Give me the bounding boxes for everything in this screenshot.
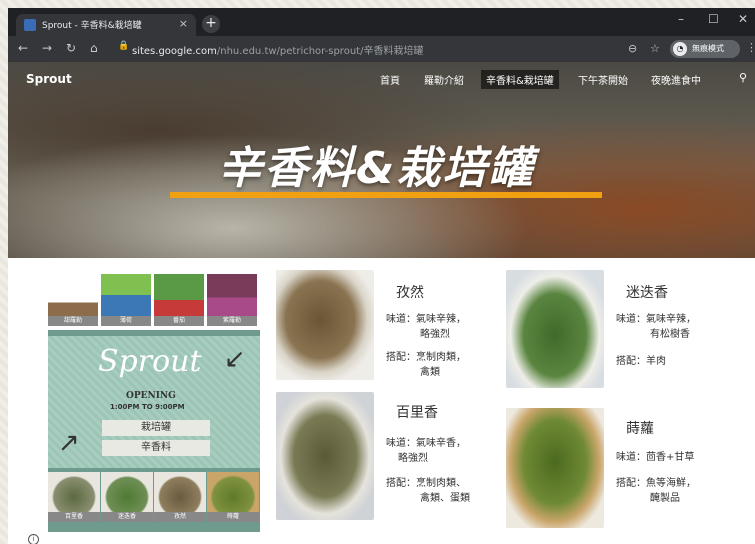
nav-home[interactable]: 首頁 [375,70,405,89]
reload-icon[interactable]: ↻ [66,41,76,55]
thumb-cumin: 孜然 [154,472,206,522]
home-icon[interactable]: ⌂ [90,41,98,55]
search-icon[interactable]: ⚲ [739,71,747,84]
pot-image: 甜羅勒 [48,274,98,326]
page-title: 辛香料&栽培罐 [218,143,535,194]
sprout-logo: Sprout [98,344,202,379]
tab-close-icon[interactable]: × [179,17,188,30]
main-content: 甜羅勒 薄荷 番茄 紫羅勒 Sprout ↙ OPENING 1:00PM TO… [8,258,755,544]
thumb-label: 孜然 [154,512,206,522]
thyme-image [276,392,374,520]
spice-name: 迷迭香 [626,285,668,301]
thumb-rosemary: 迷迭香 [101,472,153,522]
incognito-badge[interactable]: ◔ 無痕模式 [670,40,740,58]
spice-pairing: 搭配：烹制肉類、 [386,478,466,489]
title-bar: Sprout - 辛香料&栽培罐 × + – ☐ ✕ [8,8,755,36]
site-nav: 首頁 羅勒介紹 辛香料&栽培罐 下午茶開始 夜晚進食中 [355,70,755,89]
url-text[interactable]: sites.google.com/nhu.edu.tw/petrichor-sp… [132,42,423,57]
thumb-thyme: 百里香 [48,472,100,522]
pot-label: 紫羅勒 [207,316,257,326]
thumb-label: 百里香 [48,512,100,522]
spice-taste-cont: 略強烈 [420,329,450,340]
hero-banner: Sprout 首頁 羅勒介紹 辛香料&栽培罐 下午茶開始 夜晚進食中 ⚲ 辛香料… [8,62,755,258]
pot-image: 薄荷 [101,274,151,326]
opening-hours: 1:00PM TO 9:00PM [110,403,185,411]
spice-taste-cont: 有松樹香 [650,329,690,340]
spice-pairing: 搭配：烹制肉類， [386,352,466,363]
browser-menu-icon[interactable]: ⋮ [746,41,755,54]
rosemary-image [506,270,604,388]
poster-top-strip: 甜羅勒 薄荷 番茄 紫羅勒 [48,270,260,330]
spice-button[interactable]: 辛香料 [102,440,210,456]
poster-board: Sprout ↙ OPENING 1:00PM TO 9:00PM 栽培罐 辛香… [48,336,260,468]
lock-icon: 🔒 [118,41,130,51]
opening-label: OPENING [126,391,176,401]
nav-spices[interactable]: 辛香料&栽培罐 [481,70,559,89]
pot-image: 紫羅勒 [207,274,257,326]
thumb-dill: 蒔蘿 [207,472,259,522]
spice-taste: 味道：氣味辛辣， [616,314,696,325]
forward-icon[interactable]: → [42,41,52,55]
nav-tea[interactable]: 下午茶開始 [573,70,633,89]
pot-label: 番茄 [154,316,204,326]
arrow-down-left-icon: ↙ [224,344,246,374]
spice-name: 百里香 [396,405,438,421]
spice-name: 蒔蘿 [626,421,654,437]
spice-pairing: 搭配：魚等海鮮， [616,478,696,489]
spice-pairing-cont: 禽類 [420,367,440,378]
nav-basil[interactable]: 羅勒介紹 [419,70,469,89]
browser-window: Sprout - 辛香料&栽培罐 × + – ☐ ✕ ← → ↻ ⌂ 🔒 sit… [8,8,755,544]
spice-taste: 味道：氣味辛香， [386,438,466,449]
arrow-up-right-icon: ↗ [58,428,80,458]
zoom-icon[interactable]: ⊖ [628,42,637,55]
pot-label: 甜羅勒 [48,316,98,326]
cumin-image [276,270,374,380]
spice-name: 孜然 [396,285,424,301]
spice-taste: 味道：茴香+甘草 [616,452,695,463]
site-favicon-icon [24,19,36,31]
minimize-icon[interactable]: – [678,12,684,26]
incognito-icon: ◔ [673,42,687,56]
spice-taste: 味道：氣味辛辣， [386,314,466,325]
new-tab-button[interactable]: + [202,15,220,33]
spice-pairing: 搭配：羊肉 [616,356,666,367]
pot-label: 薄荷 [101,316,151,326]
thumb-label: 迷迭香 [101,512,153,522]
thumb-label: 蒔蘿 [207,512,259,522]
title-underline [170,192,602,198]
sprout-poster: 甜羅勒 薄荷 番茄 紫羅勒 Sprout ↙ OPENING 1:00PM TO… [48,270,260,532]
jar-button[interactable]: 栽培罐 [102,420,210,436]
spice-pairing-cont: 禽類、蛋類 [420,493,470,504]
tab-title: Sprout - 辛香料&栽培罐 [42,21,142,31]
browser-tab[interactable]: Sprout - 辛香料&栽培罐 × [16,14,196,36]
bookmark-star-icon[interactable]: ☆ [650,42,660,55]
info-icon[interactable]: i [28,534,39,544]
incognito-label: 無痕模式 [692,44,724,53]
close-window-icon[interactable]: ✕ [738,12,748,26]
dill-image [506,408,604,528]
nav-night[interactable]: 夜晚進食中 [646,70,706,89]
address-bar[interactable]: 🔒 sites.google.com/nhu.edu.tw/petrichor-… [118,40,618,58]
maximize-icon[interactable]: ☐ [708,12,719,26]
spice-taste-cont: 略強烈 [398,453,428,464]
browser-toolbar: ← → ↻ ⌂ 🔒 sites.google.com/nhu.edu.tw/pe… [8,36,755,62]
spice-pairing-cont: 醃製品 [650,493,680,504]
site-brand[interactable]: Sprout [26,72,72,86]
pot-image: 番茄 [154,274,204,326]
back-icon[interactable]: ← [18,41,28,55]
